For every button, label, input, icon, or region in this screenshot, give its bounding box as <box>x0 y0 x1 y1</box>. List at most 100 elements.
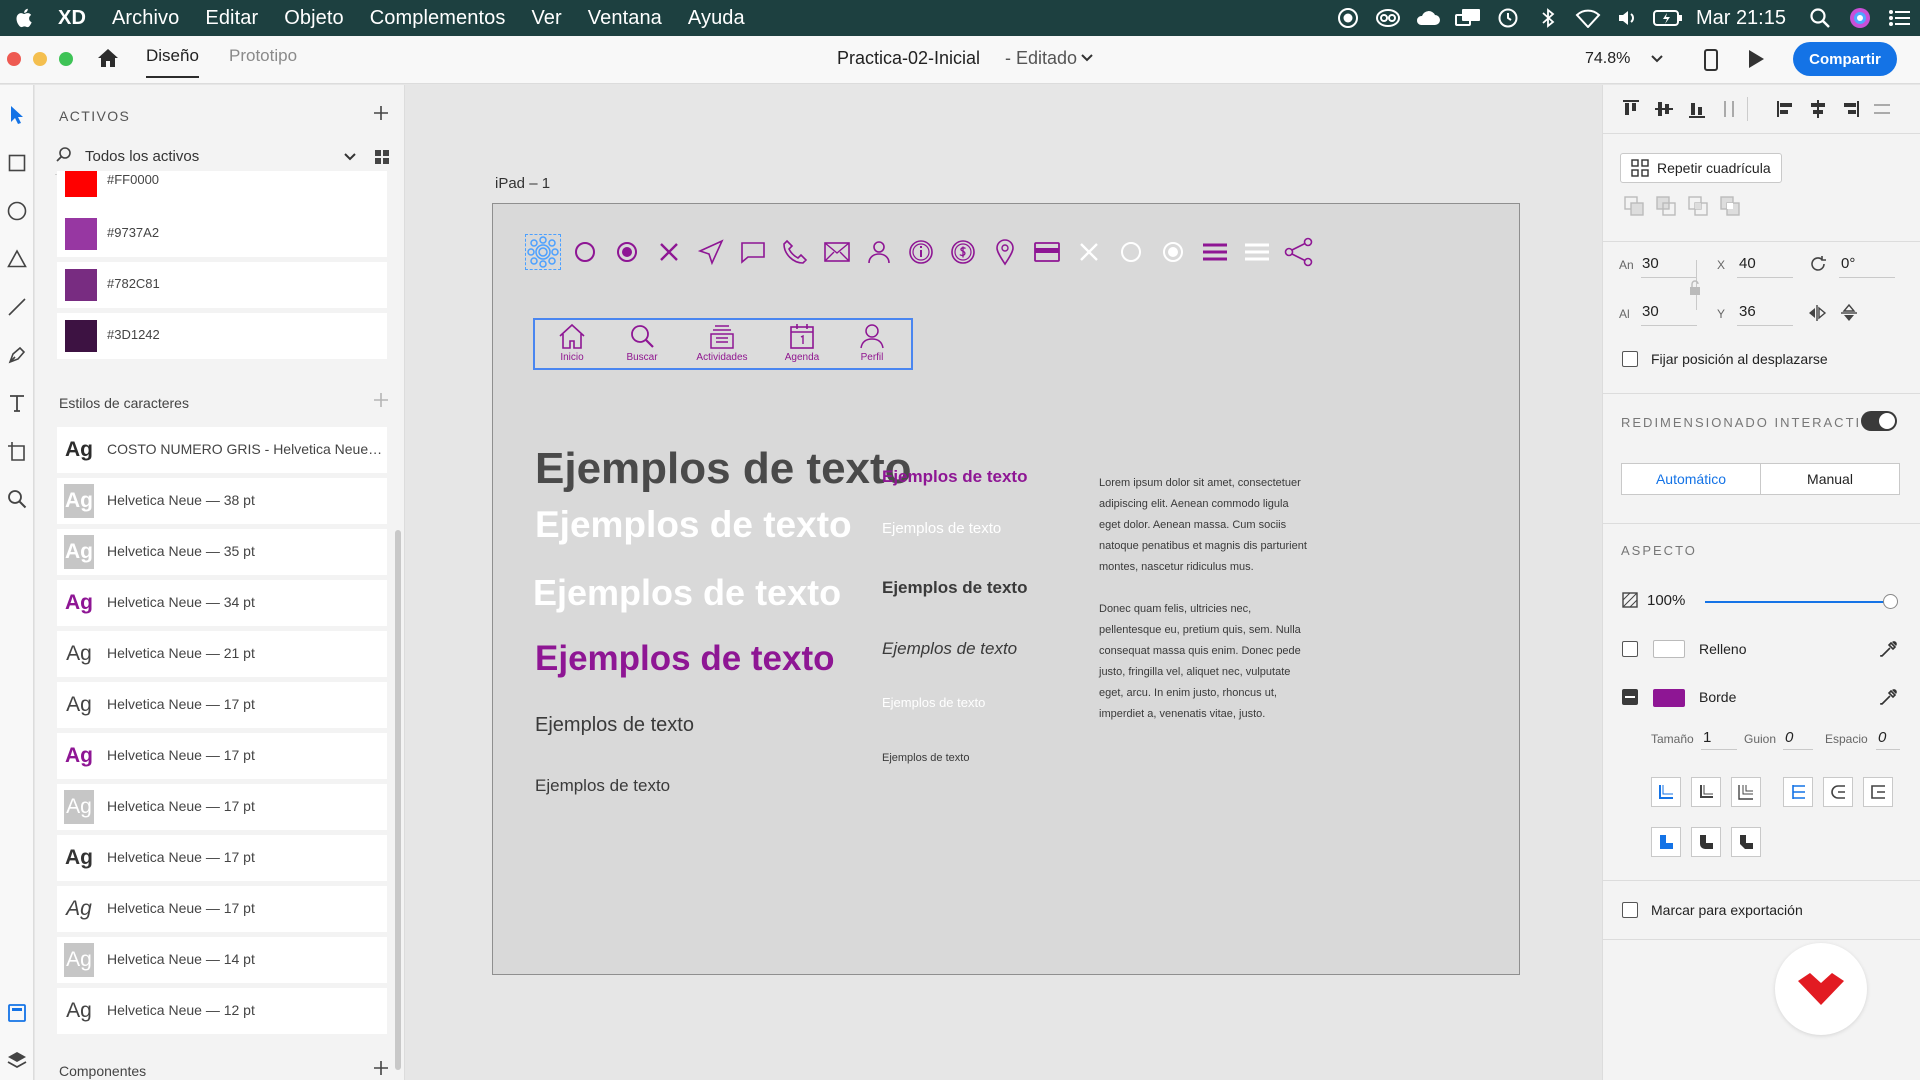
artboard-tool-icon[interactable] <box>4 438 30 464</box>
character-style-row[interactable]: Ag Helvetica Neue — 17 pt <box>57 733 387 779</box>
control-center-icon[interactable] <box>1880 0 1920 36</box>
text-sample-34pt-white[interactable]: Ejemplos de texto <box>533 572 841 614</box>
zoom-chevron-down-icon[interactable] <box>1650 54 1664 64</box>
card-icon[interactable] <box>1029 234 1065 270</box>
play-icon[interactable] <box>1747 49 1765 69</box>
character-style-row[interactable]: Ag Helvetica Neue — 21 pt <box>57 631 387 677</box>
share-button[interactable]: Compartir <box>1793 42 1897 76</box>
send-icon[interactable] <box>693 234 729 270</box>
join-bevel-icon[interactable] <box>1731 827 1761 857</box>
join-miter-icon[interactable] <box>1651 827 1681 857</box>
menu-ventana[interactable]: Ventana <box>588 7 662 30</box>
responsive-resize-toggle[interactable] <box>1861 411 1897 431</box>
circle-outline-icon[interactable] <box>567 234 603 270</box>
menu-icon[interactable] <box>1197 234 1233 270</box>
zoom-window-button[interactable] <box>59 52 73 66</box>
export-checkbox[interactable] <box>1622 902 1638 918</box>
border-eyedropper-icon[interactable] <box>1879 687 1899 707</box>
volume-icon[interactable] <box>1608 0 1648 36</box>
select-tool-icon[interactable] <box>4 102 30 128</box>
character-style-row[interactable]: Ag Helvetica Neue — 17 pt <box>57 835 387 881</box>
wifi-icon[interactable] <box>1568 0 1608 36</box>
align-middle-icon[interactable] <box>1654 99 1674 119</box>
align-center-icon[interactable] <box>1808 99 1828 119</box>
creative-cloud-icon[interactable] <box>1368 0 1408 36</box>
character-style-row[interactable]: Ag Helvetica Neue — 17 pt <box>57 886 387 932</box>
color-swatch-row[interactable]: #3D1242 <box>57 313 387 359</box>
add-character-style-plus-icon[interactable] <box>373 392 389 408</box>
fill-checkbox[interactable] <box>1622 641 1638 657</box>
cluster-icon[interactable] <box>525 234 561 270</box>
text-sample-38pt[interactable]: Ejemplos de texto <box>535 444 912 494</box>
text-sample-21pt[interactable]: Ejemplos de texto <box>535 714 694 737</box>
circle-white-icon[interactable] <box>1113 234 1149 270</box>
stroke-outer-icon[interactable] <box>1731 777 1761 807</box>
device-preview-icon[interactable] <box>1703 48 1719 72</box>
text-sample-34pt-purple[interactable]: Ejemplos de texto <box>535 639 835 679</box>
canvas[interactable]: iPad – 1 Inicio Buscar Actividades Agend… <box>406 85 1602 1080</box>
boolean-exclude-icon[interactable] <box>1719 195 1741 217</box>
menu-editar[interactable]: Editar <box>205 7 258 30</box>
polygon-tool-icon[interactable] <box>4 246 30 272</box>
stroke-inner-icon[interactable] <box>1651 777 1681 807</box>
dollar-icon[interactable] <box>945 234 981 270</box>
text-sample-mid-bold[interactable]: Ejemplos de texto <box>882 578 1027 598</box>
height-input[interactable]: 30 <box>1642 303 1659 320</box>
chat-icon[interactable] <box>735 234 771 270</box>
x-icon[interactable] <box>651 234 687 270</box>
menu-app-xd[interactable]: XD <box>58 7 86 30</box>
menu-complementos[interactable]: Complementos <box>370 7 506 30</box>
dash-input[interactable]: 0 <box>1785 729 1793 746</box>
tabbar-item-inicio[interactable]: Inicio <box>537 322 607 368</box>
opacity-slider-track[interactable] <box>1705 601 1890 603</box>
zoom-tool-icon[interactable] <box>4 486 30 512</box>
add-component-plus-icon[interactable] <box>373 1060 389 1076</box>
flip-vertical-icon[interactable] <box>1839 303 1859 323</box>
menu-ayuda[interactable]: Ayuda <box>688 7 745 30</box>
radio-white-icon[interactable] <box>1155 234 1191 270</box>
info-icon[interactable] <box>903 234 939 270</box>
rotate-icon[interactable] <box>1808 254 1828 274</box>
icloud-icon[interactable] <box>1408 0 1448 36</box>
color-swatch-row[interactable]: #9737A2 <box>57 211 387 257</box>
siri-icon[interactable] <box>1840 0 1880 36</box>
menu-archivo[interactable]: Archivo <box>112 7 179 30</box>
tabbar-item-perfil[interactable]: Perfil <box>837 322 907 368</box>
boolean-intersect-icon[interactable] <box>1687 195 1709 217</box>
x-white-icon[interactable] <box>1071 234 1107 270</box>
cap-square-icon[interactable] <box>1863 777 1893 807</box>
ellipse-tool-icon[interactable] <box>4 198 30 224</box>
character-style-row[interactable]: Ag Helvetica Neue — 38 pt <box>57 478 387 524</box>
boolean-add-icon[interactable] <box>1623 195 1645 217</box>
lorem-paragraph-1[interactable]: Lorem ipsum dolor sit amet, consectetuer… <box>1099 473 1313 578</box>
mail-icon[interactable] <box>819 234 855 270</box>
record-icon[interactable] <box>1328 0 1368 36</box>
tab-prototype[interactable]: Prototipo <box>229 46 297 66</box>
chevron-down-icon[interactable] <box>1080 53 1094 63</box>
align-top-icon[interactable] <box>1621 99 1641 119</box>
home-icon[interactable] <box>96 46 120 70</box>
rotation-input[interactable]: 0° <box>1841 255 1855 272</box>
lorem-paragraph-2[interactable]: Donec quam felis, ultricies nec, pellent… <box>1099 599 1313 725</box>
fill-eyedropper-icon[interactable] <box>1879 639 1899 659</box>
color-swatch-row[interactable]: #782C81 <box>57 262 387 308</box>
character-style-row[interactable]: Ag Helvetica Neue — 34 pt <box>57 580 387 626</box>
apple-icon[interactable] <box>14 7 36 29</box>
character-style-row[interactable]: Ag Helvetica Neue — 35 pt <box>57 529 387 575</box>
spotlight-icon[interactable] <box>1800 0 1840 36</box>
tabbar-item-agenda[interactable]: Agenda <box>767 322 837 368</box>
border-color-swatch[interactable] <box>1653 689 1685 707</box>
phone-icon[interactable] <box>777 234 813 270</box>
assets-panel-icon[interactable] <box>4 1000 30 1026</box>
resize-automatic-button[interactable]: Automático <box>1621 463 1761 495</box>
gap-input[interactable]: 0 <box>1878 729 1886 746</box>
distribute-vertical-icon[interactable] <box>1719 99 1739 119</box>
lock-icon[interactable] <box>1688 280 1702 296</box>
share-icon[interactable] <box>1281 234 1317 270</box>
menu-white-icon[interactable] <box>1239 234 1275 270</box>
text-sample-mid-italic[interactable]: Ejemplos de texto <box>882 639 1017 659</box>
distribute-horizontal-icon[interactable] <box>1872 99 1892 119</box>
character-style-row[interactable]: Ag Helvetica Neue — 12 pt <box>57 988 387 1034</box>
character-style-row[interactable]: Ag Helvetica Neue — 17 pt <box>57 682 387 728</box>
display-icon[interactable] <box>1448 0 1488 36</box>
